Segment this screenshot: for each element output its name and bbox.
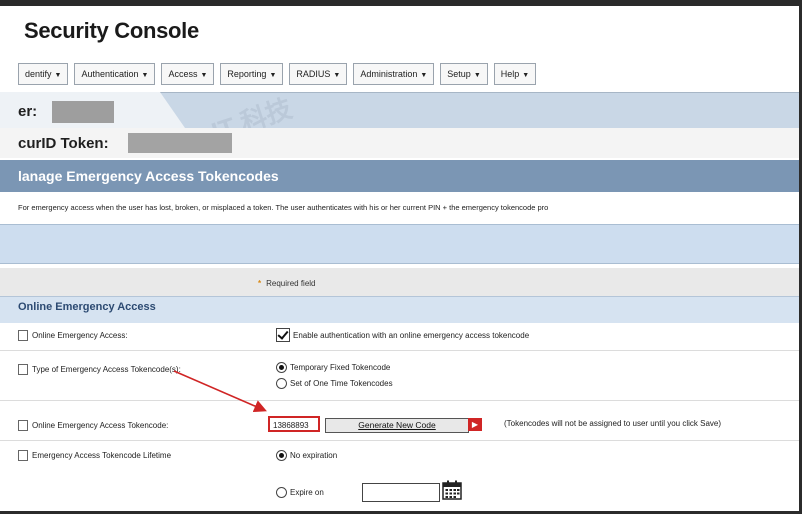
radio-unselected-icon: [276, 487, 287, 498]
required-star-icon: *: [258, 279, 262, 288]
lifetime-label: Emergency Access Tokencode Lifetime: [18, 450, 171, 461]
menu-setup[interactable]: Setup ▼: [440, 63, 488, 85]
radio-no-expiration[interactable]: No expiration: [276, 450, 337, 461]
chevron-down-icon: ▼: [54, 72, 62, 79]
help-box-icon: [18, 420, 28, 431]
subsection-title: Online Emergency Access: [18, 301, 156, 313]
radio-selected-icon: [276, 450, 287, 461]
menu-authentication[interactable]: Authentication ▼: [74, 63, 156, 85]
help-box-icon: [18, 364, 28, 375]
menu-access[interactable]: Access ▼: [161, 63, 215, 85]
radio-expire-on[interactable]: Expire on: [276, 487, 324, 498]
checkbox-checked-icon: [276, 328, 290, 342]
token-label: curID Token:: [18, 135, 109, 152]
row-divider: [0, 440, 799, 441]
enable-online-access-checkbox[interactable]: Enable authentication with an online eme…: [276, 328, 529, 342]
redacted-username: [52, 101, 114, 123]
generate-arrow-icon[interactable]: ▶: [468, 418, 482, 431]
section-title: lanage Emergency Access Tokencodes: [18, 168, 279, 184]
menu-administration[interactable]: Administration ▼: [353, 63, 435, 85]
calendar-icon[interactable]: [442, 480, 462, 500]
help-box-icon: [18, 450, 28, 461]
required-note: * Required field: [258, 279, 316, 288]
row-divider: [0, 400, 799, 401]
radio-unselected-icon: [276, 378, 287, 389]
tokencode-label: Online Emergency Access Tokencode:: [18, 420, 168, 431]
section-description: For emergency access when the user has l…: [18, 203, 549, 212]
app-window: Security Console dentify ▼ Authentication…: [0, 0, 802, 514]
chevron-down-icon: ▼: [473, 72, 481, 79]
toolbar-band: [0, 224, 799, 264]
generate-new-code-button[interactable]: Generate New Code: [325, 418, 469, 433]
token-line: [0, 128, 799, 158]
chevron-down-icon: ▼: [141, 72, 149, 79]
required-line: [0, 268, 799, 296]
radio-temporary-fixed[interactable]: Temporary Fixed Tokencode: [276, 362, 390, 373]
row-divider: [0, 350, 799, 351]
help-box-icon: [18, 330, 28, 341]
menu-radius[interactable]: RADIUS ▼: [289, 63, 348, 85]
chevron-down-icon: ▼: [522, 72, 530, 79]
menu-identify[interactable]: dentify ▼: [18, 63, 69, 85]
chevron-down-icon: ▼: [269, 72, 277, 79]
main-menu: dentify ▼ Authentication ▼ Access ▼ Reporti…: [18, 63, 537, 85]
type-label: Type of Emergency Access Tokencode(s):: [18, 364, 181, 375]
save-note: (Tokencodes will not be assigned to user…: [504, 419, 721, 428]
chevron-down-icon: ▼: [200, 72, 208, 79]
tokencode-value: 13868893: [268, 416, 320, 432]
app-title: Security Console: [24, 18, 199, 43]
menu-reporting[interactable]: Reporting ▼: [220, 63, 284, 85]
window-top-border: [0, 0, 799, 6]
menu-help[interactable]: Help ▼: [493, 63, 537, 85]
chevron-down-icon: ▼: [333, 72, 341, 79]
radio-one-time-set[interactable]: Set of One Time Tokencodes: [276, 378, 393, 389]
radio-selected-icon: [276, 362, 287, 373]
online-access-label: Online Emergency Access:: [18, 330, 128, 341]
expire-date-input[interactable]: [362, 483, 440, 502]
chevron-down-icon: ▼: [420, 72, 428, 79]
redacted-token: [128, 133, 232, 153]
user-label: er:: [18, 103, 38, 120]
